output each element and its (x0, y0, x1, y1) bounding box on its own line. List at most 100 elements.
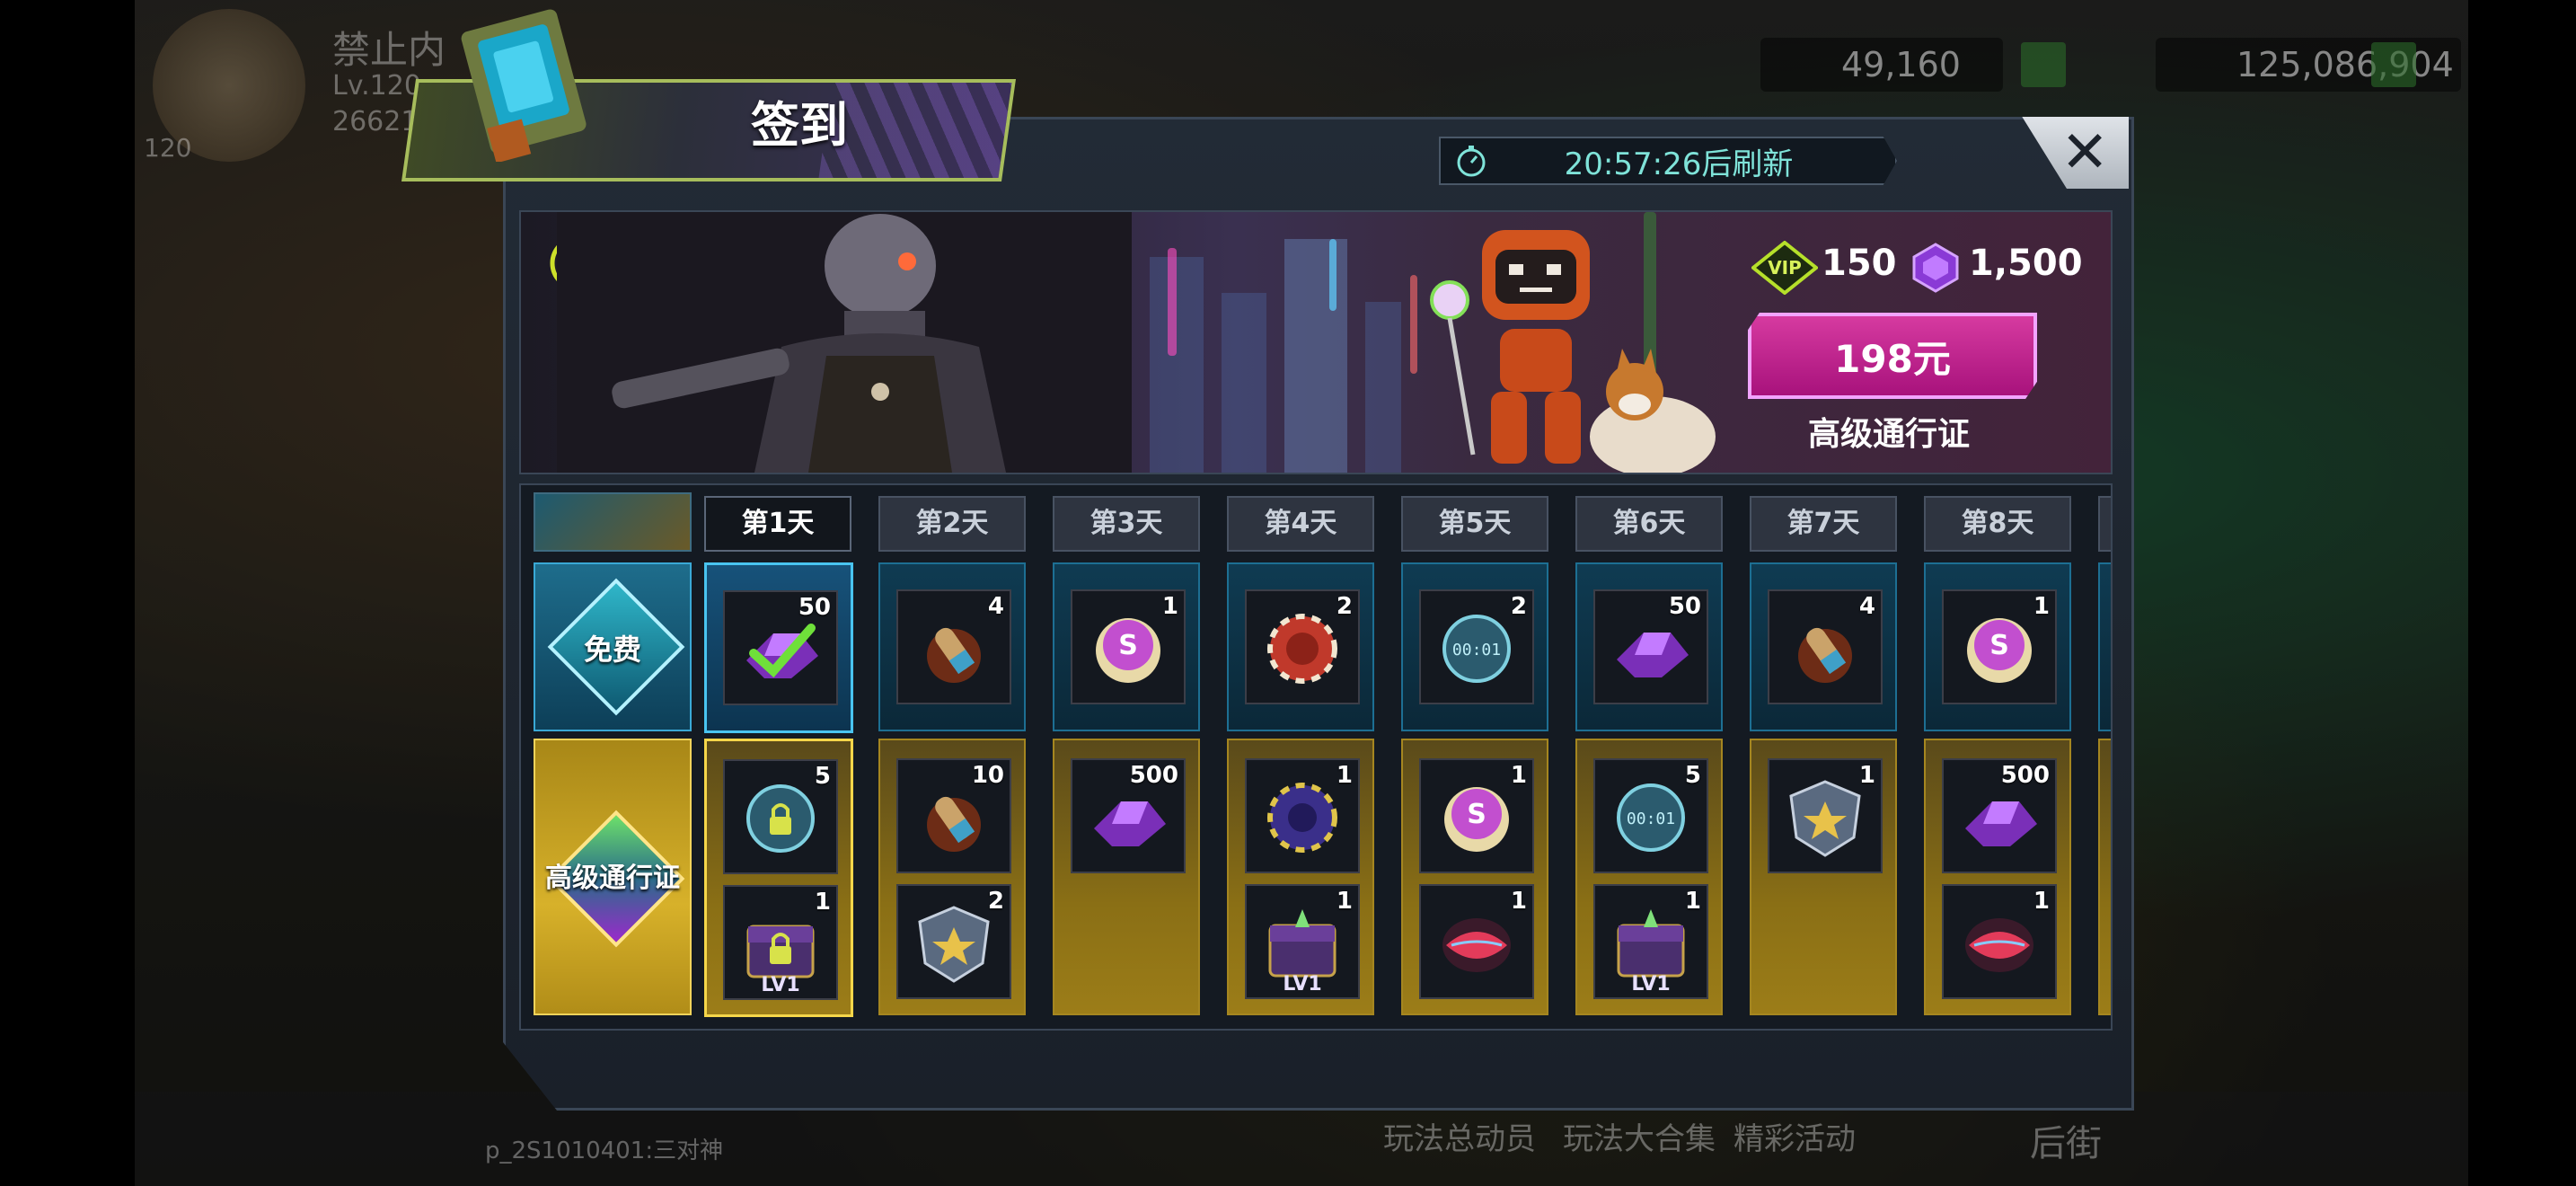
promo-banner: VIP 150 1,500 198元 高级通行证 (519, 210, 2113, 474)
free-reward-cell[interactable]: 4 (878, 562, 1026, 731)
reward-quantity: 1 (2033, 888, 2050, 915)
bottle-cap-icon: S (1096, 618, 1160, 683)
reward-item[interactable]: 500 (1942, 758, 2057, 873)
reward-item[interactable]: 00:01 5 (1593, 758, 1708, 873)
bottle-cap-icon: S (1967, 618, 2032, 683)
reward-quantity: 1 (814, 889, 831, 916)
reward-item[interactable]: 10 (896, 758, 1011, 873)
reward-item[interactable]: S1 (1071, 589, 1186, 704)
pass-reward-cell[interactable]: S11 (1401, 739, 1548, 1015)
gold-plus-button[interactable] (2371, 42, 2416, 87)
free-row-label: 免费 (534, 562, 692, 731)
timer-token-icon: 00:01 (1617, 783, 1685, 852)
lips-icon (1442, 918, 1511, 972)
free-reward-cell[interactable]: 50 (704, 562, 853, 733)
day-header: 第1天 (704, 496, 851, 552)
svg-text:S: S (1989, 630, 2009, 661)
avatar-level: 120 (144, 133, 192, 163)
svg-text:00:01: 00:01 (1452, 641, 1501, 659)
buy-pass-button[interactable]: 198元 (1748, 313, 2037, 399)
free-reward-cell[interactable]: S1 (1924, 562, 2071, 731)
bottom-tab-2[interactable]: 玩法大合集 (1563, 1114, 1716, 1158)
letterbox-left (0, 0, 135, 1186)
reward-item[interactable]: 5 (723, 759, 838, 874)
free-reward-cell[interactable]: S1 (1053, 562, 1200, 731)
reward-item[interactable]: 4 (896, 589, 1011, 704)
pass-reward-cell[interactable]: 500 1 (1924, 739, 2071, 1015)
player-name: 禁止内 (332, 28, 446, 72)
reward-item[interactable]: 1 LV1 (1245, 884, 1360, 999)
close-icon: ✕ (2060, 119, 2109, 186)
reward-item[interactable]: S1 (1419, 758, 1534, 873)
sign-in-grid: 免费 高级通行证 第1天 50 5 1 LV1 第2天 4 10 2 第3天 S 1 500 第4天 2 1 1… (519, 483, 2113, 1031)
pass-reward-cell[interactable]: 00:01 5 1 LV1 (1575, 739, 1723, 1015)
reward-item[interactable]: 2 (896, 884, 1011, 999)
reward-item[interactable]: 1 (1768, 758, 1883, 873)
reward-item[interactable]: 1 (1942, 884, 2057, 999)
reward-item[interactable]: 00:01 2 (1419, 589, 1534, 704)
day-header: 第6天 (1575, 496, 1723, 552)
vip-icon: VIP (1751, 241, 1818, 295)
pass-reward-cell[interactable]: 5 1 LV1 (704, 739, 853, 1017)
day-header: 第4天 (1227, 496, 1374, 552)
reward-quantity: 1 (1510, 762, 1527, 789)
vip-points: 150 (1822, 243, 1897, 284)
bottom-tab-1[interactable]: 玩法总动员 (1383, 1114, 1536, 1158)
pass-reward-cell[interactable]: 1 1 LV1 (1227, 739, 1374, 1015)
reward-quantity: 500 (2000, 762, 2050, 789)
timer-token-icon: 00:01 (1442, 615, 1511, 683)
reward-quantity: 5 (1684, 762, 1701, 789)
item-level-tag: LV1 (761, 974, 800, 996)
reward-quantity: 2 (1336, 593, 1353, 620)
reward-item[interactable]: 1 LV1 (723, 885, 838, 1000)
player-id: 26621 (332, 106, 419, 137)
reward-quantity: 1 (1336, 762, 1353, 789)
free-reward-cell[interactable]: 2 (1227, 562, 1374, 731)
reward-quantity: 2 (987, 888, 1004, 915)
bottom-tab-4[interactable]: 后街 (2030, 1114, 2102, 1166)
panel-title: 签到 (751, 97, 848, 154)
reward-item[interactable]: 500 (1071, 758, 1186, 873)
reward-item[interactable]: 1 (1245, 758, 1360, 873)
free-reward-cell[interactable]: 4 (1750, 562, 1897, 731)
player-level: Lv.120 (332, 70, 421, 102)
reward-item[interactable]: 2 (1245, 589, 1360, 704)
reward-item[interactable]: 1 (1419, 884, 1534, 999)
reward-quantity: 50 (1668, 593, 1701, 620)
day-header: 第8天 (1924, 496, 2071, 552)
svg-text:VIP: VIP (1768, 257, 1802, 279)
chat-preview[interactable]: p_2S1010401:三对神 (485, 1132, 723, 1165)
bottom-tab-3[interactable]: 精彩活动 (1734, 1114, 1856, 1158)
stopwatch-icon (1457, 146, 1486, 177)
reward-item[interactable]: 1 LV1 (1593, 884, 1708, 999)
premium-pass-label: 高级通行证 (1807, 416, 1970, 453)
reward-item[interactable]: 4 (1768, 589, 1883, 704)
reward-quantity: 1 (2033, 593, 2050, 620)
pass-reward-cell[interactable]: 10 2 (878, 739, 1026, 1015)
pass-reward-cell[interactable]: 1 (2098, 739, 2111, 1015)
reward-quantity: 2 (1510, 593, 1527, 620)
svg-text:S: S (1467, 799, 1486, 830)
day-header: 第3天 (1053, 496, 1200, 552)
free-reward-cell[interactable]: 2 (2098, 562, 2111, 731)
pass-reward-cell[interactable]: 1 (1750, 739, 1897, 1015)
reward-item[interactable]: 50 (723, 590, 838, 705)
reward-quantity: 4 (1858, 593, 1875, 620)
pass-label: 高级通行证 (545, 863, 680, 894)
gem-plus-button[interactable] (2021, 42, 2066, 87)
free-label: 免费 (583, 633, 641, 667)
svg-text:00:01: 00:01 (1627, 810, 1675, 828)
free-reward-cell[interactable]: 50 (1575, 562, 1723, 731)
pass-reward-cell[interactable]: 500 (1053, 739, 1200, 1015)
reward-quantity: 4 (987, 593, 1004, 620)
reward-item[interactable]: 50 (1593, 589, 1708, 704)
bottle-cap-icon: S (1444, 787, 1509, 852)
bullet-icon (927, 627, 981, 683)
reward-quantity: 500 (1129, 762, 1178, 789)
day-header: 第7天 (1750, 496, 1897, 552)
day-header: 第9天 (2098, 496, 2111, 552)
blue-chip-icon (1267, 783, 1337, 853)
reward-item[interactable]: S1 (1942, 589, 2057, 704)
free-reward-cell[interactable]: 00:01 2 (1401, 562, 1548, 731)
bullet-icon (1798, 627, 1852, 683)
